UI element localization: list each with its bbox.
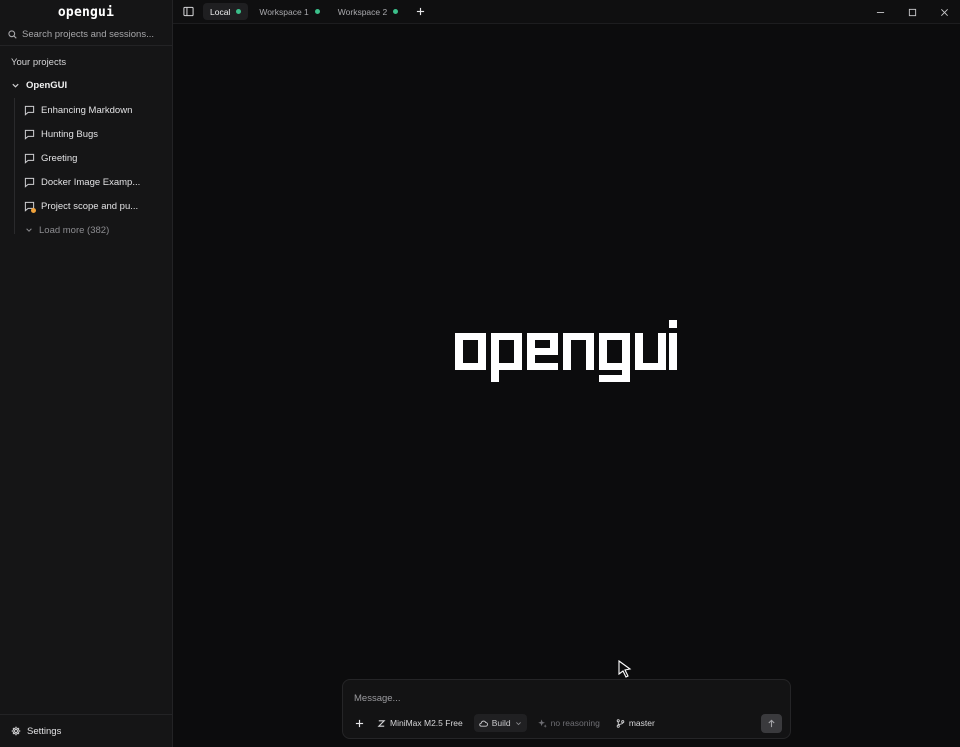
reasoning-toggle[interactable]: no reasoning — [533, 714, 605, 732]
tab-label: Workspace 1 — [259, 6, 309, 17]
plus-icon — [416, 7, 424, 16]
model-provider-icon — [377, 719, 386, 727]
tab-label: Workspace 2 — [337, 6, 388, 17]
branch-name: master — [628, 718, 655, 728]
sidebar-toggle-icon — [182, 6, 194, 17]
arrow-up-icon — [768, 719, 775, 727]
unread-badge — [31, 207, 36, 213]
sparkle-icon — [537, 718, 547, 728]
git-branch-icon — [616, 718, 625, 728]
chat-icon — [24, 105, 35, 116]
chat-icon — [24, 201, 36, 213]
settings-button[interactable]: Settings — [0, 714, 172, 747]
status-dot — [314, 9, 320, 14]
project-opengui[interactable]: OpenGUI — [0, 77, 172, 93]
model-selector[interactable]: MiniMax M2.5 Free — [372, 714, 468, 732]
title-bar: Local Workspace 1 Workspace 2 — [173, 0, 960, 24]
reasoning-label: no reasoning — [550, 718, 600, 728]
composer-toolbar: MiniMax M2.5 Free Build no reasoning mas… — [353, 713, 782, 733]
cloud-icon — [479, 720, 488, 727]
chevron-down-icon — [515, 721, 521, 725]
app-brand: opengui — [57, 4, 115, 20]
plus-icon — [355, 719, 364, 727]
search-icon — [8, 30, 17, 39]
search-bar[interactable] — [0, 24, 172, 46]
session-item[interactable]: Hunting Bugs — [0, 122, 172, 146]
tree-guide-line — [14, 98, 15, 234]
search-input[interactable] — [22, 29, 172, 40]
maximize-icon — [908, 8, 916, 16]
session-item[interactable]: Project scope and pu... — [0, 194, 172, 218]
chevron-down-icon[interactable] — [11, 81, 20, 90]
load-more-label: Load more (382) — [39, 224, 110, 236]
session-item[interactable]: Enhancing Markdown — [0, 98, 172, 122]
session-title: Hunting Bugs — [41, 128, 99, 140]
tab-label: Local — [210, 6, 231, 17]
session-title: Greeting — [41, 152, 78, 164]
chat-icon — [24, 129, 35, 140]
status-dot — [236, 9, 242, 14]
chat-icon — [24, 153, 35, 164]
session-item[interactable]: Greeting — [0, 146, 172, 170]
session-list: Enhancing Markdown Hunting Bugs Greeting… — [0, 98, 172, 242]
tab-workspace-2[interactable]: Workspace 2 — [331, 3, 405, 20]
session-title: Enhancing Markdown — [41, 104, 133, 116]
toggle-sidebar-button[interactable] — [181, 5, 195, 19]
workspace-tabs: Local Workspace 1 Workspace 2 — [203, 3, 427, 20]
mode-label: Build — [491, 718, 511, 728]
session-title: Docker Image Examp... — [41, 176, 141, 188]
message-input[interactable] — [354, 691, 774, 705]
tab-local[interactable]: Local — [203, 3, 249, 20]
minimize-icon — [876, 11, 884, 13]
load-more-button[interactable]: Load more (382) — [0, 218, 172, 242]
send-button[interactable] — [761, 713, 782, 733]
opengui-logo — [455, 320, 677, 382]
mode-selector[interactable]: Build — [473, 714, 527, 732]
chat-icon — [24, 177, 35, 188]
mouse-cursor-icon — [618, 660, 632, 678]
section-title: Your projects — [11, 57, 67, 68]
sidebar: opengui Your projects OpenGUI Enhancing … — [0, 0, 173, 747]
maximize-button[interactable] — [896, 0, 928, 24]
branch-selector[interactable]: master — [611, 714, 660, 732]
main-area: MiniMax M2.5 Free Build no reasoning — [173, 24, 960, 747]
app-window: opengui Your projects OpenGUI Enhancing … — [0, 0, 960, 747]
status-dot — [393, 9, 399, 14]
message-composer: MiniMax M2.5 Free Build no reasoning — [342, 679, 791, 739]
settings-label: Settings — [27, 725, 62, 737]
window-controls — [864, 0, 960, 24]
gear-icon — [11, 726, 21, 736]
session-item[interactable]: Docker Image Examp... — [0, 170, 172, 194]
attach-button[interactable] — [353, 714, 366, 732]
close-icon — [940, 8, 948, 16]
minimize-button[interactable] — [864, 0, 896, 24]
close-button[interactable] — [928, 0, 960, 24]
tab-workspace-1[interactable]: Workspace 1 — [252, 3, 326, 20]
model-name: MiniMax M2.5 Free — [390, 718, 463, 728]
project-name: OpenGUI — [26, 79, 68, 91]
chevron-down-icon — [26, 228, 32, 232]
session-title: Project scope and pu... — [41, 200, 139, 212]
add-tab-button[interactable] — [413, 5, 427, 19]
